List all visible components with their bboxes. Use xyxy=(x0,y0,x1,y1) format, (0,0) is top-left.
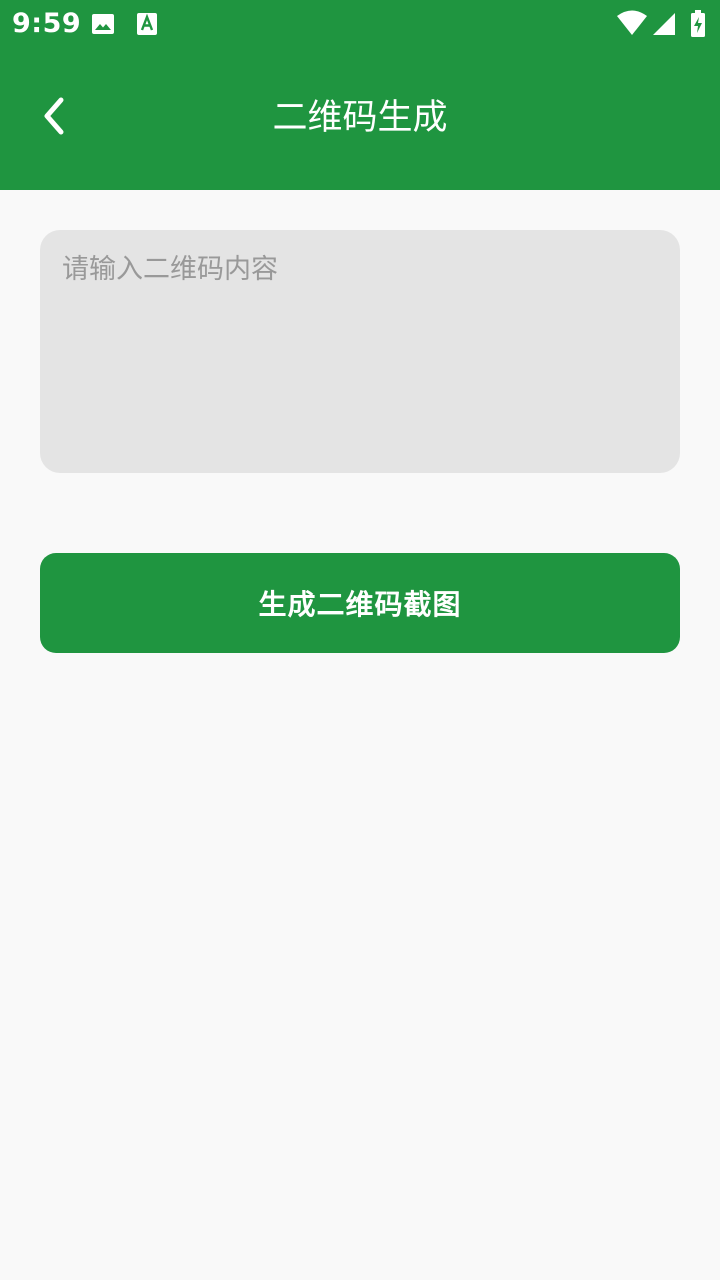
page-title: 二维码生成 xyxy=(272,98,448,138)
app-bar: 二维码生成 xyxy=(0,48,720,190)
font-download-icon xyxy=(136,12,158,40)
status-time: 9:59 xyxy=(12,8,82,39)
battery-charging-icon xyxy=(690,10,706,42)
qr-content-input-container xyxy=(40,230,680,473)
image-notification-icon xyxy=(91,12,115,40)
qr-content-input[interactable] xyxy=(62,250,658,453)
wifi-icon xyxy=(616,10,648,40)
cell-signal-icon xyxy=(652,12,676,40)
generate-qr-screenshot-button[interactable]: 生成二维码截图 xyxy=(40,553,680,653)
status-bar: 9:59 xyxy=(0,0,720,48)
